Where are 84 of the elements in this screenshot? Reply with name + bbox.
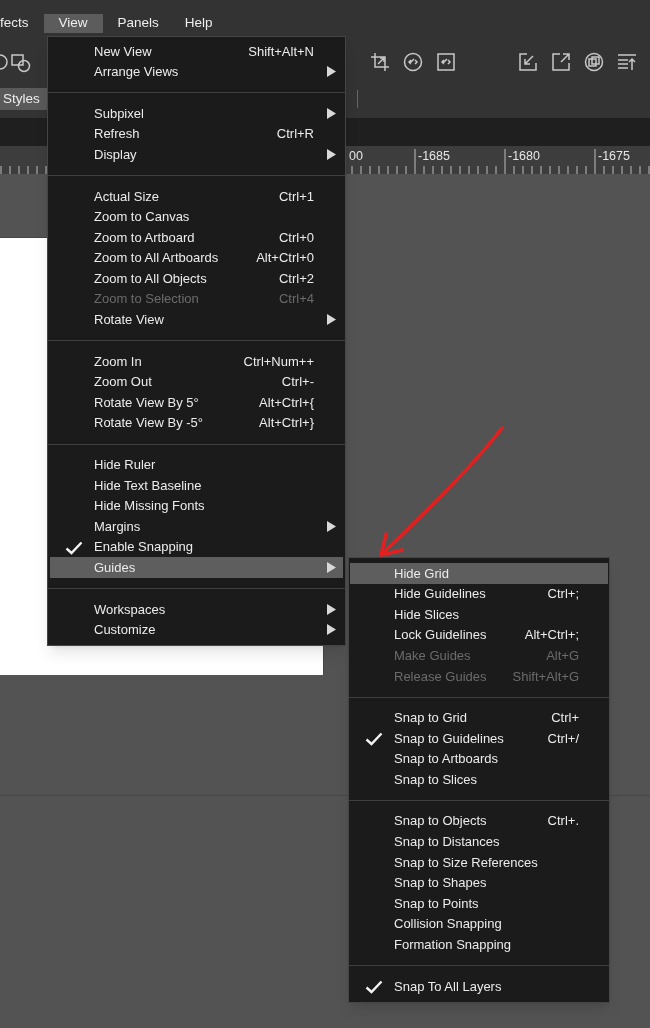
menu-item[interactable]: Zoom to Artboard Ctrl+0 (50, 227, 343, 248)
checkmark-icon (365, 980, 383, 995)
menu-item[interactable]: Hide Guidelines Ctrl+; (350, 583, 608, 605)
menu-item[interactable]: Rotate View (50, 309, 343, 331)
menu-item[interactable]: Zoom In Ctrl+Num++ (50, 351, 343, 372)
menu-item[interactable]: Snap to Distances (350, 831, 608, 853)
menu-item[interactable]: Subpixel (50, 103, 343, 124)
submenu-arrow-icon (327, 314, 336, 326)
menu-title[interactable]: Help (171, 14, 226, 33)
shortcut-text: Alt+Ctrl+0 (256, 249, 314, 268)
shortcut-text: Alt+Ctrl+} (259, 414, 314, 433)
checkmark-icon (65, 540, 83, 555)
shortcut-text: Ctrl+0 (278, 228, 314, 247)
menu-item[interactable]: Zoom Out Ctrl+- (50, 371, 343, 393)
shortcut-text: Alt+G (546, 646, 579, 665)
menu-item[interactable]: Workspaces (50, 599, 343, 620)
menu-item[interactable]: Hide Text Baseline (50, 475, 343, 496)
menu-item[interactable]: Snap to Objects Ctrl+. (350, 810, 608, 832)
menu-item[interactable]: Snap to Size References (350, 852, 608, 873)
shortcut-text: Ctrl+- (281, 373, 314, 392)
shortcut-text: Ctrl+; (547, 585, 579, 604)
shortcut-text: Shift+Alt+G (512, 667, 579, 686)
shortcut-text: Ctrl+. (547, 812, 579, 831)
menu-item[interactable]: Formation Snapping (350, 934, 608, 956)
ruler-label: -1685 (418, 150, 450, 163)
menu-item[interactable]: Guides (50, 557, 343, 579)
menu-item[interactable]: Snap to Shapes (350, 872, 608, 894)
submenu-arrow-icon (327, 562, 336, 574)
align-top-icon[interactable] (617, 52, 637, 72)
shortcut-text: Alt+Ctrl+{ (259, 393, 314, 412)
shapes-icon[interactable] (0, 51, 32, 73)
menu-title[interactable]: View (43, 14, 103, 33)
shortcut-text: Alt+Ctrl+; (524, 626, 579, 645)
styles-tab[interactable]: Styles (0, 88, 48, 110)
menu-item[interactable]: Hide Ruler (50, 454, 343, 476)
menu-title[interactable]: fects (0, 14, 39, 33)
menu-item[interactable]: Snap to Artboards (350, 748, 608, 770)
ruler-label: -1680 (508, 150, 540, 163)
menu-item[interactable]: Snap to Slices (350, 769, 608, 790)
menu-item[interactable]: Snap to Grid Ctrl+ (350, 707, 608, 729)
menu-item[interactable]: Rotate View By 5° Alt+Ctrl+{ (50, 392, 343, 413)
menu-item[interactable]: Collision Snapping (350, 913, 608, 935)
menu-item[interactable]: Hide Missing Fonts (50, 495, 343, 517)
ruler-label: 00 (349, 150, 363, 163)
submenu-arrow-icon (327, 108, 336, 119)
menu-item[interactable]: Snap to Points (350, 893, 608, 914)
submenu-arrow-icon (327, 66, 336, 78)
submenu-arrow-icon (327, 521, 336, 533)
menu-item[interactable]: Hide Slices (350, 604, 608, 625)
submenu-arrow-icon (327, 624, 336, 636)
menu-item[interactable]: Lock Guidelines Alt+Ctrl+; (350, 624, 608, 646)
link-circle-icon[interactable] (403, 52, 423, 72)
menu-title[interactable]: Panels (104, 14, 172, 33)
crop-icon[interactable] (370, 52, 390, 72)
checkmark-icon (365, 732, 383, 747)
submenu-arrow-icon (327, 149, 336, 161)
shortcut-text: Shift+Alt+N (248, 42, 314, 61)
shortcut-text: Ctrl+ (551, 709, 579, 728)
shortcut-text: Ctrl+1 (278, 187, 314, 206)
menu-item[interactable]: New View Shift+Alt+N (50, 41, 343, 62)
menu-item[interactable]: Margins (50, 516, 343, 537)
shortcut-text: Ctrl+Num++ (243, 352, 314, 371)
link-square-icon[interactable] (436, 52, 456, 72)
menu-item[interactable]: Arrange Views (50, 61, 343, 83)
shortcut-text: Ctrl+R (276, 125, 314, 144)
submenu-arrow-icon (327, 603, 336, 615)
shortcut-text: Ctrl+4 (278, 290, 314, 309)
menu-item[interactable]: Zoom to All Artboards Alt+Ctrl+0 (50, 247, 343, 269)
menu-item[interactable]: Customize (50, 619, 343, 641)
menu-item[interactable]: Zoom to All Objects Ctrl+2 (50, 268, 343, 289)
menu-item[interactable]: Enable Snapping (50, 536, 343, 558)
ruler-label: -1675 (598, 150, 630, 163)
open-external-icon[interactable] (551, 52, 571, 72)
menu-item[interactable]: Snap To All Layers (350, 976, 608, 997)
menu-item[interactable]: Display (50, 144, 343, 165)
export-icon[interactable] (518, 52, 538, 72)
menu-item[interactable]: Hide Grid (350, 563, 608, 584)
menu-item[interactable]: Rotate View By -5° Alt+Ctrl+} (50, 412, 343, 434)
menu-item[interactable]: Actual Size Ctrl+1 (50, 185, 343, 207)
shortcut-text: Ctrl+2 (278, 269, 314, 288)
menu-item[interactable]: Zoom to Canvas (50, 206, 343, 228)
menu-item[interactable]: Snap to Guidelines Ctrl+/ (350, 728, 608, 749)
layers-circle-icon[interactable] (584, 52, 604, 72)
shortcut-text: Ctrl+/ (547, 729, 579, 748)
